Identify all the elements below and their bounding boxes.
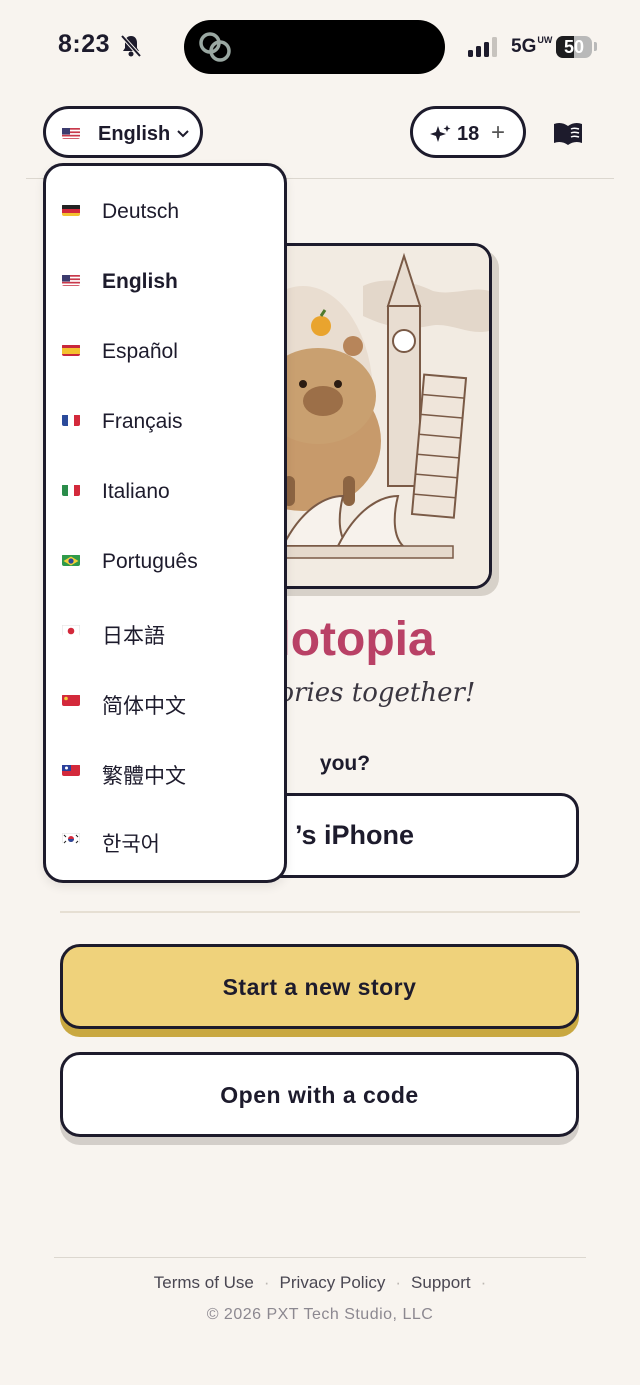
language-option-traditional-chinese[interactable]: 繁體中文 <box>46 743 284 803</box>
link-rings-icon <box>199 32 231 62</box>
dynamic-island <box>184 20 445 74</box>
language-option-deutsch[interactable]: Deutsch <box>46 183 284 243</box>
language-option-label: Español <box>102 340 178 363</box>
terms-link[interactable]: Terms of Use <box>154 1273 254 1292</box>
br-flag-icon <box>62 554 80 566</box>
cellular-signal-icon <box>468 37 497 57</box>
jp-flag-icon <box>62 624 80 636</box>
support-link[interactable]: Support <box>411 1273 471 1292</box>
language-label: English <box>98 123 171 145</box>
start-new-story-button[interactable]: Start a new story <box>60 944 579 1029</box>
language-option-simplified-chinese[interactable]: 简体中文 <box>46 673 284 733</box>
battery-percent: 50 <box>563 37 585 57</box>
cn-flag-icon <box>62 694 80 706</box>
tw-flag-icon <box>62 764 80 776</box>
section-divider <box>60 911 580 913</box>
open-with-code-button[interactable]: Open with a code <box>60 1052 579 1137</box>
sparkles-icon <box>430 125 451 142</box>
language-option-francais[interactable]: Français <box>46 393 284 453</box>
language-option-japanese[interactable]: 日本語 <box>46 603 284 663</box>
language-option-korean[interactable]: 한국어 <box>46 811 284 871</box>
chevron-down-icon <box>177 130 189 138</box>
language-option-espanol[interactable]: Español <box>46 323 284 383</box>
footer-divider <box>54 1257 586 1258</box>
de-flag-icon <box>62 204 80 216</box>
es-flag-icon <box>62 344 80 356</box>
add-credits-icon: + <box>491 119 506 146</box>
status-time: 8:23 <box>58 30 111 58</box>
battery-tip <box>594 42 597 51</box>
language-menu: Deutsch English Español Français Italian… <box>43 163 287 883</box>
silent-bell-icon <box>120 34 142 58</box>
language-option-label: Português <box>102 550 198 573</box>
network-label: 5GUW <box>511 35 553 58</box>
footer-links: Terms of Use · Privacy Policy · Support · <box>153 1273 487 1292</box>
language-option-label: 日本語 <box>102 625 165 648</box>
language-option-label: 繁體中文 <box>102 765 186 788</box>
us-flag-icon <box>62 127 80 139</box>
language-option-label: Italiano <box>102 480 170 503</box>
language-option-label: 한국어 <box>102 833 160 856</box>
battery-icon: 50 <box>556 36 592 58</box>
language-option-english[interactable]: English <box>46 253 284 313</box>
credits-button[interactable]: 18 + <box>410 106 526 158</box>
language-option-label: English <box>102 270 178 293</box>
language-selector-button[interactable]: English <box>43 106 203 158</box>
language-option-label: Français <box>102 410 183 433</box>
fr-flag-icon <box>62 414 80 426</box>
copyright: © 2026 PXT Tech Studio, LLC <box>206 1306 434 1323</box>
open-book-icon[interactable] <box>552 121 584 147</box>
language-option-italiano[interactable]: Italiano <box>46 463 284 523</box>
language-option-portugues[interactable]: Português <box>46 533 284 593</box>
kr-flag-icon <box>62 832 80 844</box>
language-option-label: 简体中文 <box>102 695 186 718</box>
privacy-link[interactable]: Privacy Policy <box>280 1273 386 1292</box>
us-flag-icon <box>62 274 80 286</box>
credits-count: 18 <box>457 123 480 145</box>
language-option-label: Deutsch <box>102 200 180 223</box>
it-flag-icon <box>62 484 80 496</box>
